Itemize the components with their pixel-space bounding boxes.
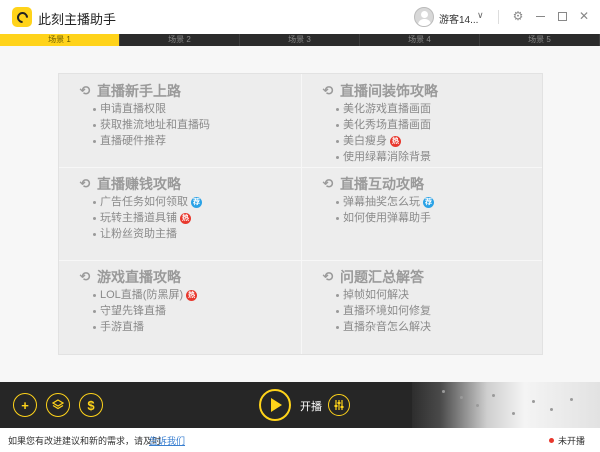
- close-button[interactable]: ✕: [577, 9, 591, 23]
- section-title: 直播互动攻略: [340, 176, 424, 192]
- recommend-badge: 荐: [191, 196, 202, 208]
- main-area: ⟲ 直播新手上路 申请直播权限 获取推流地址和直播码 直播硬件推荐 ⟲ 直播间装饰攻…: [0, 46, 600, 382]
- live-status: 未开播: [558, 436, 586, 446]
- add-source-button[interactable]: +: [13, 393, 37, 417]
- layers-icon[interactable]: [46, 393, 70, 417]
- app-logo: [12, 7, 32, 27]
- section-faq: ⟲ 问题汇总解答 掉帧如何解决 直播环境如何修复 直播杂音怎么解决: [320, 267, 550, 335]
- list-item[interactable]: 弹幕抽奖怎么玩荐: [320, 194, 550, 210]
- divider: [498, 10, 499, 24]
- money-button[interactable]: $: [79, 393, 103, 417]
- play-icon: [271, 398, 282, 412]
- list-item[interactable]: 美化游戏直播画面: [320, 101, 550, 117]
- tab-scene-4[interactable]: 场景 4: [360, 34, 480, 46]
- user-name[interactable]: 游客14...: [439, 11, 478, 26]
- chevron-down-icon[interactable]: ∨: [477, 10, 484, 21]
- refresh-arrow-icon: ⟲: [322, 83, 334, 98]
- scene-tabs: 场景 1 场景 2 场景 3 场景 4 场景 5: [0, 34, 600, 46]
- preview-thumbnail: [412, 382, 600, 428]
- list-item[interactable]: 直播环境如何修复: [320, 303, 550, 319]
- title-bar: 此刻主播助手 游客14... ∨ ⚙ ✕: [0, 0, 600, 34]
- start-live-button[interactable]: [259, 389, 291, 421]
- live-status-dot: [549, 438, 554, 443]
- tab-scene-1[interactable]: 场景 1: [0, 34, 120, 46]
- tab-scene-3[interactable]: 场景 3: [240, 34, 360, 46]
- list-item[interactable]: 广告任务如何领取荐: [77, 194, 307, 210]
- app-title: 此刻主播助手: [38, 12, 117, 27]
- refresh-arrow-icon: ⟲: [322, 269, 334, 284]
- list-item[interactable]: 守望先锋直播: [77, 303, 307, 319]
- hot-badge: 热: [390, 135, 401, 147]
- list-item[interactable]: 直播硬件推荐: [77, 133, 307, 149]
- guide-panel: ⟲ 直播新手上路 申请直播权限 获取推流地址和直播码 直播硬件推荐 ⟲ 直播间装饰攻…: [58, 73, 543, 355]
- section-decoration: ⟲ 直播间装饰攻略 美化游戏直播画面 美化秀场直播画面 美白瘦身热 使用绿幕消除背…: [320, 81, 550, 165]
- section-interaction: ⟲ 直播互动攻略 弹幕抽奖怎么玩荐 如何使用弹幕助手: [320, 174, 550, 226]
- section-title: 直播新手上路: [97, 83, 181, 99]
- section-newbie: ⟲ 直播新手上路 申请直播权限 获取推流地址和直播码 直播硬件推荐: [77, 81, 307, 149]
- list-item[interactable]: 美化秀场直播画面: [320, 117, 550, 133]
- status-bar: 如果您有改进建议和新的需求，请及时 告诉我们 未开播: [0, 428, 600, 452]
- refresh-arrow-icon: ⟲: [322, 176, 334, 191]
- list-item[interactable]: 获取推流地址和直播码: [77, 117, 307, 133]
- hot-badge: 热: [186, 289, 198, 301]
- tab-scene-2[interactable]: 场景 2: [120, 34, 240, 46]
- list-item[interactable]: 让粉丝资助主播: [77, 226, 307, 242]
- refresh-arrow-icon: ⟲: [79, 83, 91, 98]
- list-item[interactable]: 如何使用弹幕助手: [320, 210, 550, 226]
- gear-icon[interactable]: ⚙: [511, 9, 525, 23]
- list-item[interactable]: 使用绿幕消除背景: [320, 149, 550, 165]
- maximize-button[interactable]: [555, 9, 569, 23]
- control-bar: + $ 开播: [0, 382, 600, 428]
- section-earning: ⟲ 直播赚钱攻略 广告任务如何领取荐 玩转主播道具铺热 让粉丝资助主播: [77, 174, 307, 242]
- section-title: 游戏直播攻略: [97, 269, 181, 285]
- section-title: 问题汇总解答: [340, 269, 424, 285]
- list-item[interactable]: 掉帧如何解决: [320, 287, 550, 303]
- list-item[interactable]: 申请直播权限: [77, 101, 307, 117]
- recommend-badge: 荐: [423, 196, 434, 208]
- avatar[interactable]: [414, 7, 434, 27]
- list-item[interactable]: 美白瘦身热: [320, 133, 550, 149]
- section-title: 直播间装饰攻略: [340, 83, 438, 99]
- refresh-arrow-icon: ⟲: [79, 269, 91, 284]
- start-live-label[interactable]: 开播: [300, 398, 322, 414]
- list-item[interactable]: 手游直播: [77, 319, 307, 335]
- hot-badge: 热: [180, 212, 191, 224]
- list-item[interactable]: 玩转主播道具铺热: [77, 210, 307, 226]
- mixer-icon[interactable]: [328, 394, 350, 416]
- list-item[interactable]: LOL直播(防黑屏) 热: [77, 287, 307, 303]
- refresh-arrow-icon: ⟲: [79, 176, 91, 191]
- section-title: 直播赚钱攻略: [97, 176, 181, 192]
- feedback-link[interactable]: 告诉我们: [149, 434, 185, 447]
- list-item[interactable]: 直播杂音怎么解决: [320, 319, 550, 335]
- section-game: ⟲ 游戏直播攻略 LOL直播(防黑屏) 热 守望先锋直播 手游直播: [77, 267, 307, 335]
- status-message: 如果您有改进建议和新的需求，请及时: [8, 436, 162, 446]
- minimize-button[interactable]: [533, 9, 547, 23]
- tab-scene-5[interactable]: 场景 5: [480, 34, 600, 46]
